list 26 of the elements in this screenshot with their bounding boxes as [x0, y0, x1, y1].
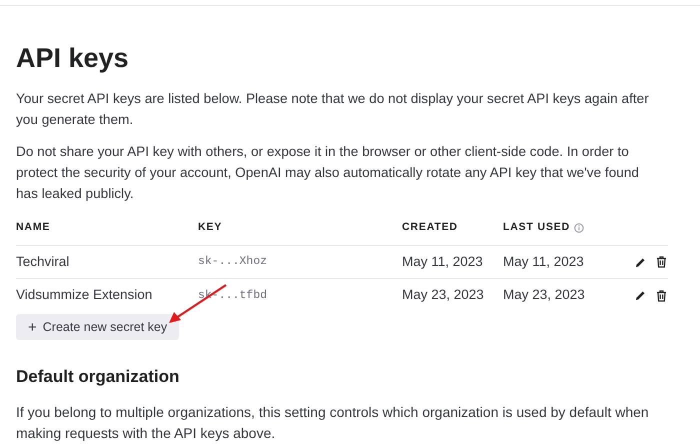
- delete-button[interactable]: [656, 256, 667, 268]
- section-text: If you belong to multiple organizations, this setting controls which organization is used by default when making requests with the API keys above.: [16, 403, 650, 443]
- page-title: API keys: [16, 42, 130, 74]
- last-used-date: May 23, 2023: [503, 286, 586, 304]
- column-header: NAME: [16, 220, 50, 235]
- column-header: CREATED: [402, 220, 458, 235]
- description-text: Your secret API keys are listed below. Please note that we do not display your secret API keys again after you generate them.: [16, 90, 650, 129]
- trash-icon: [656, 290, 667, 302]
- pencil-icon: [635, 256, 646, 268]
- trash-icon: [656, 256, 667, 268]
- create-key-button[interactable]: + Create new secret key: [16, 314, 180, 340]
- edit-button[interactable]: [635, 290, 646, 301]
- created-date: May 11, 2023: [402, 252, 484, 271]
- column-header: KEY: [198, 220, 222, 235]
- info-icon: [574, 222, 584, 233]
- edit-button[interactable]: [635, 256, 646, 268]
- key-name: Vidsummize Extension: [16, 286, 154, 304]
- delete-button[interactable]: [656, 290, 667, 302]
- section-title: Default organization: [16, 366, 180, 388]
- pencil-icon: [635, 290, 646, 301]
- last-used-date: May 11, 2023: [503, 252, 585, 271]
- column-header: LAST USED: [503, 220, 570, 235]
- created-date: May 23, 2023: [402, 286, 485, 304]
- key-value: sk-...Xhoz: [198, 254, 268, 270]
- key-name: Techviral: [16, 252, 70, 271]
- description-text: Do not share your API key with others, or expose it in the browser or other client-side code. In order to protect the security of your account, OpenAI may also automatically rotate any API key that we've found has leaked publicly.: [16, 143, 640, 203]
